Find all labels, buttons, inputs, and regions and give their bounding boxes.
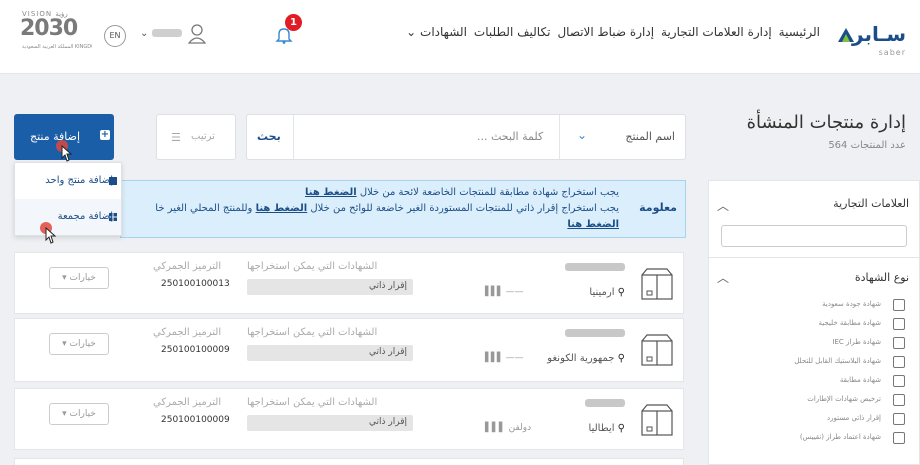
nav-brands[interactable]: إدارة العلامات التجارية xyxy=(661,25,772,39)
product-origin: ⚲ ايطاليا xyxy=(588,423,625,434)
sort-label: ترتيب xyxy=(191,131,215,142)
product-brand: دولفن ▌▌▌ xyxy=(485,423,532,433)
nav-home[interactable]: الرئيسية xyxy=(779,25,820,39)
product-card[interactable]: ⚲ جمهورية الكونغو —— ▌▌▌ الشهادات التي ي… xyxy=(14,318,684,382)
cert-type-option[interactable]: إقرار ذاتي مستورد xyxy=(715,413,905,429)
product-card[interactable] xyxy=(14,458,684,465)
box-icon xyxy=(641,404,673,436)
page-title: إدارة منتجات المنشأة xyxy=(746,112,906,133)
info-alert: معلومة يجب استخراج شهادة مطابقة للمنتجات… xyxy=(120,180,686,238)
certs-label: الشهادات التي يمكن استخراجها xyxy=(247,397,378,408)
search-input[interactable]: كلمة البحث ... xyxy=(477,130,543,143)
hs-code-label: الترميز الجمركي xyxy=(153,327,222,338)
search-field-select[interactable]: اسم المنتج xyxy=(625,130,675,143)
product-origin: ⚲ ارمينيا xyxy=(589,287,625,298)
cert-type-option[interactable]: شهادة جودة سعودية xyxy=(715,299,905,315)
language-toggle[interactable]: EN xyxy=(104,25,126,47)
alert-title: معلومة xyxy=(639,201,677,214)
plus-icon: + xyxy=(100,129,110,140)
product-card[interactable]: ⚲ ايطاليا دولفن ▌▌▌ الشهادات التي يمكن ا… xyxy=(14,388,684,450)
user-menu[interactable]: ⌄ xyxy=(140,28,183,39)
nav-certificates[interactable]: الشهادات ⌄ xyxy=(406,25,467,39)
alert-line: يجب استخراج إقرار ذاتي للمنتجات المستورد… xyxy=(155,203,619,214)
chevron-down-icon[interactable]: ⌄ xyxy=(577,128,587,142)
cert-type-filter-title[interactable]: نوع الشهادة xyxy=(855,271,909,284)
product-card[interactable]: ⚲ ارمينيا —— ▌▌▌ الشهادات التي يمكن استخ… xyxy=(14,252,684,314)
cert-type-option[interactable]: شهادة اعتماد طراز (تقييس) xyxy=(715,432,905,448)
search-button[interactable]: بحث xyxy=(257,130,281,143)
add-product-menu: إضافة منتج واحد إضافة مجمعة xyxy=(14,162,122,236)
certs-box: إقرار ذاتي xyxy=(247,345,413,361)
product-name-redacted xyxy=(565,329,625,337)
notification-badge: 1 xyxy=(285,14,302,31)
checkbox[interactable] xyxy=(893,318,905,330)
chevron-up-icon[interactable]: ︿ xyxy=(717,269,729,286)
box-icon xyxy=(641,268,673,300)
checkbox[interactable] xyxy=(893,337,905,349)
divider xyxy=(559,115,560,159)
certs-box: إقرار ذاتي xyxy=(247,279,413,295)
cert-type-option[interactable]: ترخيص شهادات الإطارات xyxy=(715,394,905,410)
options-dropdown[interactable]: خيارات ▾ xyxy=(49,333,109,355)
user-icon[interactable] xyxy=(188,24,206,44)
barcode-icon: ▌▌▌ xyxy=(485,423,507,433)
cert-type-option[interactable]: شهادة طراز IEC xyxy=(715,337,905,353)
checkbox[interactable] xyxy=(893,356,905,368)
search-bar: اسم المنتج ⌄ كلمة البحث ... بحث xyxy=(246,114,686,160)
alert-link[interactable]: الضغط هنا xyxy=(567,219,619,230)
hs-code-value: 250100100009 xyxy=(161,415,230,425)
location-pin-icon: ⚲ xyxy=(617,287,625,298)
cert-type-option[interactable]: شهادة مطابقة xyxy=(715,375,905,391)
product-count: عدد المنتجات 564 xyxy=(828,140,906,151)
vision-2030-logo: VISION رؤية 2030 المملكة العربية السعودي… xyxy=(20,10,92,50)
location-pin-icon: ⚲ xyxy=(617,353,625,364)
certs-box: إقرار ذاتي xyxy=(247,415,413,431)
checkbox[interactable] xyxy=(893,394,905,406)
hs-code-label: الترميز الجمركي xyxy=(153,397,222,408)
divider xyxy=(293,115,294,159)
product-brand: —— ▌▌▌ xyxy=(485,353,524,363)
filter-panel: العلامات التجارية ︿ نوع الشهادة ︿ شهادة … xyxy=(708,180,920,465)
certs-label: الشهادات التي يمكن استخراجها xyxy=(247,261,378,272)
location-pin-icon: ⚲ xyxy=(617,423,625,434)
nav-request-costs[interactable]: تكاليف الطلبات xyxy=(474,25,551,39)
box-icon xyxy=(641,334,673,366)
cert-type-option[interactable]: شهادة البلاستيك القابل للتحلل xyxy=(715,356,905,372)
menu-add-bulk[interactable]: إضافة مجمعة xyxy=(15,199,121,235)
hand-cursor-icon xyxy=(56,140,73,162)
hs-code-label: الترميز الجمركي xyxy=(153,261,222,272)
certs-label: الشهادات التي يمكن استخراجها xyxy=(247,327,378,338)
product-name-redacted xyxy=(565,263,625,271)
hand-cursor-icon xyxy=(40,222,57,244)
nav-contact-officers[interactable]: إدارة ضباط الاتصال xyxy=(557,25,654,39)
checkbox[interactable] xyxy=(893,413,905,425)
options-dropdown[interactable]: خيارات ▾ xyxy=(49,267,109,289)
main-nav: الرئيسية إدارة العلامات التجارية إدارة ض… xyxy=(406,25,820,39)
brands-filter-title[interactable]: العلامات التجارية xyxy=(833,197,909,210)
product-brand: —— ▌▌▌ xyxy=(485,287,524,297)
sort-button[interactable]: ☰ ترتيب xyxy=(156,114,236,160)
product-name-redacted xyxy=(585,399,625,407)
saber-logo[interactable]: سـابر saber xyxy=(836,20,906,60)
cert-type-option[interactable]: شهادة مطابقة خليجية xyxy=(715,318,905,334)
top-header: VISION رؤية 2030 المملكة العربية السعودي… xyxy=(0,0,920,74)
menu-add-single-product[interactable]: إضافة منتج واحد xyxy=(15,163,121,199)
alert-line: الضغط هنا xyxy=(567,219,619,230)
divider xyxy=(709,257,919,258)
checkbox[interactable] xyxy=(893,432,905,444)
hs-code-value: 250100100009 xyxy=(161,345,230,355)
checkbox[interactable] xyxy=(893,375,905,387)
barcode-icon: ▌▌▌ xyxy=(485,287,504,297)
product-origin: ⚲ جمهورية الكونغو xyxy=(547,353,625,364)
chevron-up-icon[interactable]: ︿ xyxy=(717,197,729,214)
checkbox[interactable] xyxy=(893,299,905,311)
brand-search-input[interactable] xyxy=(721,225,907,247)
alert-line: يجب استخراج شهادة مطابقة للمنتجات الخاضع… xyxy=(304,187,619,198)
barcode-icon: ▌▌▌ xyxy=(485,353,504,363)
options-dropdown[interactable]: خيارات ▾ xyxy=(49,403,109,425)
alert-link[interactable]: الضغط هنا xyxy=(305,187,357,198)
alert-link[interactable]: الضغط هنا xyxy=(256,203,308,214)
sort-icon: ☰ xyxy=(171,131,181,144)
hs-code-value: 250100100013 xyxy=(161,279,230,289)
